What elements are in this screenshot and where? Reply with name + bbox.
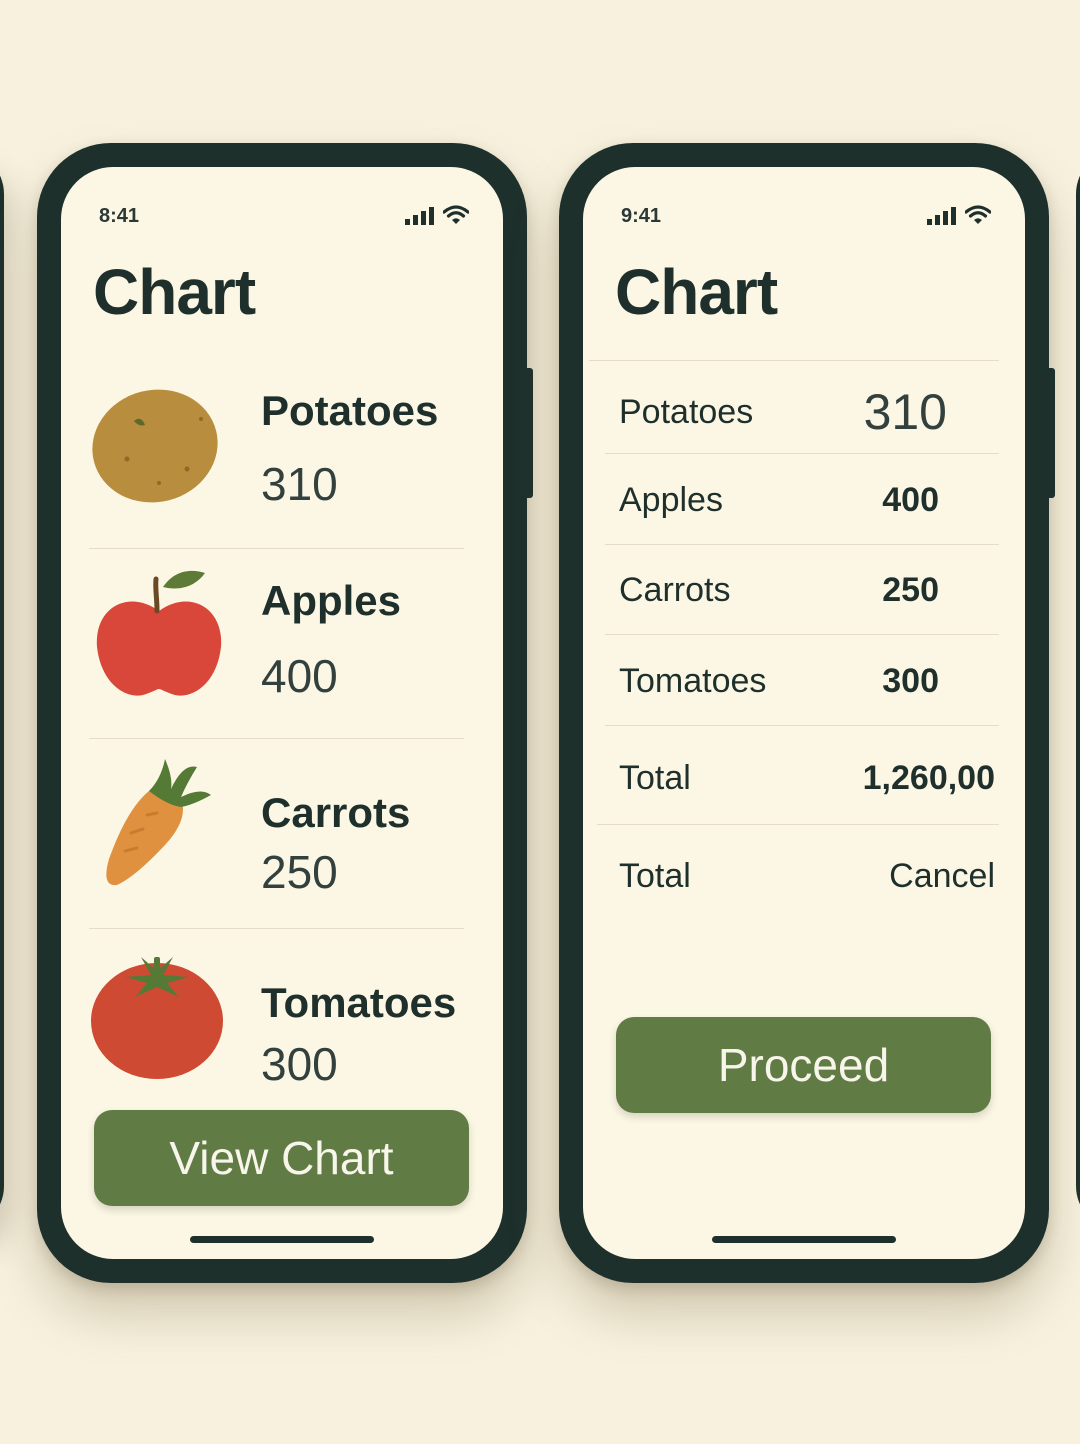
view-chart-button[interactable]: View Chart <box>94 1110 469 1206</box>
wifi-icon <box>965 205 991 224</box>
row-value: 300 <box>882 662 939 700</box>
partial-phone-right-edge <box>1076 150 1080 1230</box>
cancel-button[interactable]: Cancel <box>889 857 995 896</box>
item-name: Tomatoes <box>261 979 457 1026</box>
total-value: 1,260,00 <box>862 759 995 797</box>
signal-icon <box>927 207 956 225</box>
item-count: 310 <box>261 458 338 510</box>
signal-icon <box>405 207 434 225</box>
status-time: 9:41 <box>621 205 662 227</box>
side-button <box>1045 368 1055 498</box>
divider <box>605 544 999 545</box>
row-value: 400 <box>882 481 939 519</box>
status-time: 8:41 <box>99 205 140 227</box>
page-title: Chart <box>93 256 256 328</box>
apple-icon <box>96 570 222 696</box>
item-count: 250 <box>261 846 338 898</box>
phone-right: 9:41 Chart Potatoes 310 Apples 400 Carro… <box>559 143 1055 1283</box>
item-count: 400 <box>261 650 338 702</box>
list-item-tomatoes[interactable]: Tomatoes 300 <box>89 929 464 1119</box>
side-button <box>523 368 533 498</box>
row-label: Total <box>619 759 691 797</box>
phone-left: 8:41 Chart Potatoes 310 Apples 400 Carro… <box>37 143 533 1283</box>
row-label: Tomatoes <box>619 662 767 700</box>
divider <box>589 360 999 361</box>
row-label: Carrots <box>619 571 731 609</box>
home-indicator <box>712 1236 896 1243</box>
row-label: Potatoes <box>619 393 754 431</box>
row-value: 310 <box>863 384 947 440</box>
row-label: Total <box>619 857 691 895</box>
item-count: 300 <box>261 1038 338 1090</box>
page-title: Chart <box>615 256 778 328</box>
partial-phone-left-edge <box>0 150 4 1230</box>
divider <box>605 634 999 635</box>
divider <box>597 824 999 825</box>
row-label: Apples <box>619 481 723 519</box>
home-indicator <box>190 1236 374 1243</box>
status-bar: 9:41 <box>621 205 991 229</box>
divider <box>605 453 999 454</box>
tomato-icon <box>91 957 223 1079</box>
screen-chart-table: 9:41 Chart Potatoes 310 Apples 400 Carro… <box>583 167 1025 1259</box>
item-name: Potatoes <box>261 387 439 434</box>
row-value: 250 <box>882 571 939 609</box>
list-item-potatoes[interactable]: Potatoes 310 <box>89 359 464 549</box>
proceed-button[interactable]: Proceed <box>616 1017 991 1113</box>
item-name: Apples <box>261 577 402 624</box>
list-item-carrots[interactable]: Carrots 250 <box>89 739 464 929</box>
screen-produce-list: 8:41 Chart Potatoes 310 Apples 400 Carro… <box>61 167 503 1259</box>
divider <box>605 725 999 726</box>
item-name: Carrots <box>261 789 411 836</box>
list-item-apples[interactable]: Apples 400 <box>89 549 464 739</box>
status-bar: 8:41 <box>99 205 469 229</box>
potato-icon <box>92 389 218 503</box>
wifi-icon <box>443 205 469 224</box>
carrot-icon <box>106 759 211 886</box>
